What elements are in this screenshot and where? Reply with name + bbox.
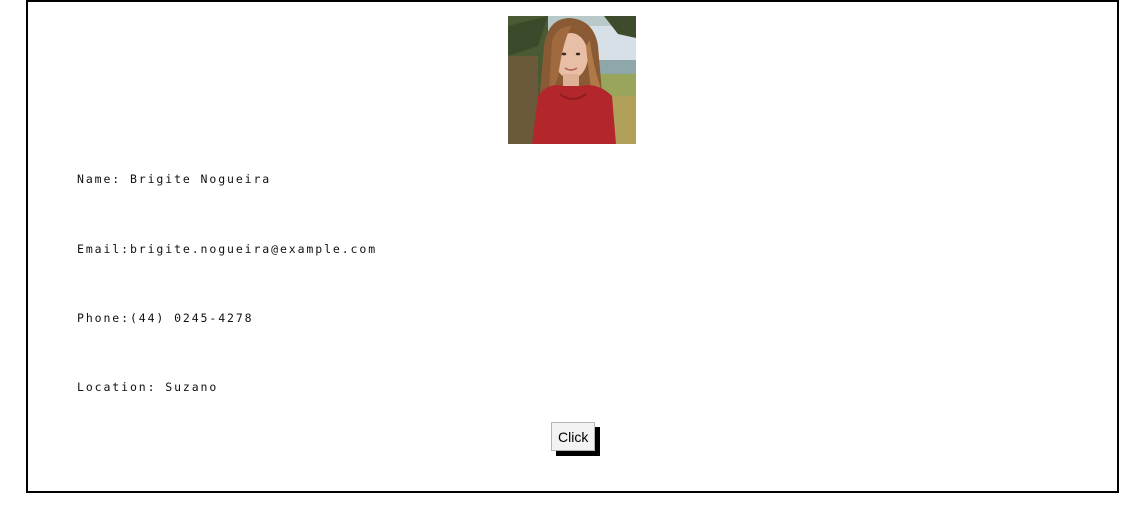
phone-label: Phone: [77, 311, 130, 325]
location-label: Location: [77, 380, 166, 394]
profile-card: Name: Brigite Nogueira Email:brigite.nog… [26, 0, 1119, 493]
name-value: Brigite Nogueira [129, 172, 272, 186]
phone-field: Phone:(44) 0245-4278 [77, 311, 253, 325]
phone-value: (44) 0245-4278 [129, 311, 254, 325]
email-value: brigite.nogueira@example.com [129, 242, 378, 256]
click-button[interactable]: Click [551, 422, 596, 451]
profile-photo [508, 16, 636, 144]
name-field: Name: Brigite Nogueira [77, 172, 271, 186]
location-value: Suzano [165, 380, 219, 394]
profile-photo-image [508, 16, 636, 144]
email-field: Email:brigite.nogueira@example.com [77, 242, 377, 256]
email-label: Email: [77, 242, 130, 256]
name-label: Name: [77, 172, 130, 186]
location-field: Location: Suzano [77, 380, 218, 394]
button-container: Click [551, 422, 596, 451]
